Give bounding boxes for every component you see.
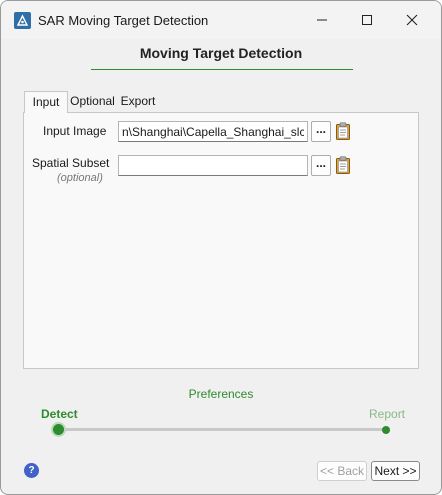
step-report-label[interactable]: Report [369,407,405,421]
minimize-button[interactable] [307,9,337,31]
spatial-subset-label: Spatial Subset [32,156,110,170]
clipboard-icon [336,156,350,174]
window-title: SAR Moving Target Detection [38,13,209,28]
spatial-subset-hint: (optional) [57,172,103,184]
tab-optional[interactable]: Optional [68,91,117,112]
input-image-clipboard-button[interactable] [335,122,351,140]
back-button[interactable]: << Back [317,461,367,481]
spatial-subset-browse-button[interactable]: ... [311,155,331,176]
sar-app-icon [14,12,31,29]
title-bar: SAR Moving Target Detection [1,1,441,39]
maximize-icon [362,15,372,25]
spatial-subset-field[interactable] [118,155,308,176]
minimize-icon [317,19,327,21]
step-detect-marker[interactable] [51,422,66,437]
spatial-subset-clipboard-button[interactable] [335,156,351,174]
input-tab-panel: Input Image ... Spatial Subset (optional… [23,112,419,369]
maximize-button[interactable] [352,9,382,31]
help-button[interactable]: ? [24,463,39,478]
clipboard-icon [336,122,350,140]
input-image-browse-button[interactable]: ... [311,121,331,142]
close-icon [406,14,418,26]
step-detect-label[interactable]: Detect [41,407,78,421]
next-button[interactable]: Next >> [371,461,420,481]
input-image-label: Input Image [43,124,107,138]
dialog-window: SAR Moving Target Detection Moving Targe… [0,0,442,495]
page-title: Moving Target Detection [139,45,303,61]
wizard-progress-track [59,428,386,431]
close-button[interactable] [397,9,427,31]
tab-input[interactable]: Input [24,91,68,113]
tab-export[interactable]: Export [118,91,158,112]
preferences-link[interactable]: Preferences [1,387,441,401]
title-underline [91,69,353,70]
step-report-marker[interactable] [382,426,390,434]
input-image-field[interactable] [118,121,308,142]
